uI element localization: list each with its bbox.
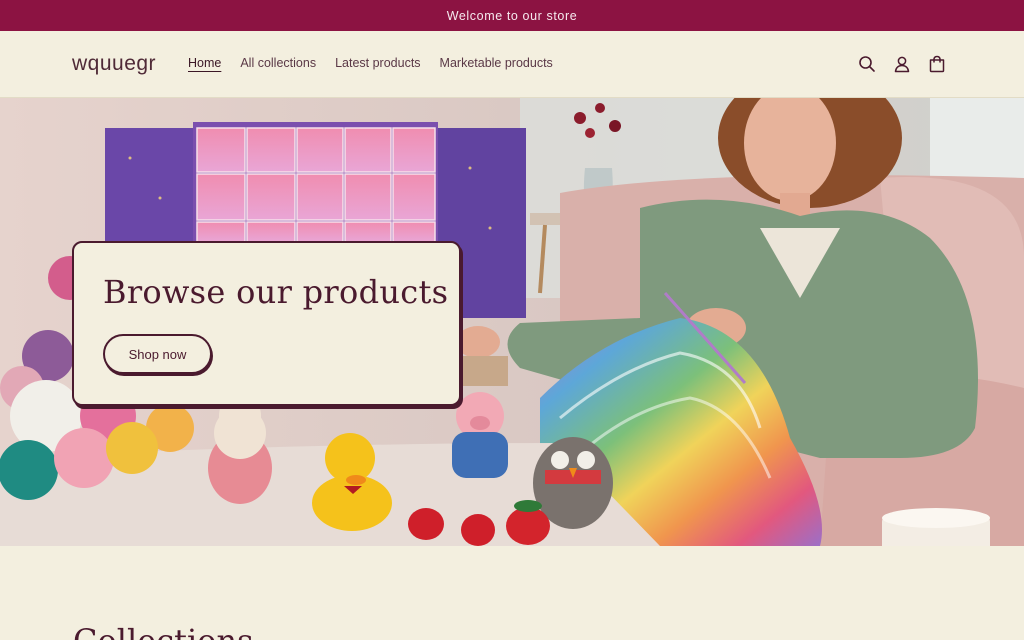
store-logo[interactable]: wquuegr bbox=[72, 52, 156, 76]
shop-now-button[interactable]: Shop now bbox=[103, 334, 212, 374]
nav-marketable-products[interactable]: Marketable products bbox=[440, 56, 553, 70]
nav-all-collections[interactable]: All collections bbox=[240, 56, 316, 70]
announcement-bar: Welcome to our store bbox=[0, 0, 1024, 31]
hero-banner: Browse our products Shop now bbox=[0, 98, 1024, 546]
account-icon[interactable] bbox=[891, 53, 913, 75]
hero-card: Browse our products Shop now bbox=[72, 241, 461, 406]
site-header: wquuegr Home All collections Latest prod… bbox=[0, 31, 1024, 98]
cart-icon[interactable] bbox=[926, 53, 948, 75]
nav-home[interactable]: Home bbox=[188, 56, 221, 70]
main-nav: Home All collections Latest products Mar… bbox=[188, 56, 572, 70]
announcement-text: Welcome to our store bbox=[446, 8, 578, 23]
nav-latest-products[interactable]: Latest products bbox=[335, 56, 420, 70]
hero-heading: Browse our products bbox=[103, 273, 449, 311]
search-icon[interactable] bbox=[856, 53, 878, 75]
collections-heading: Collections bbox=[73, 622, 253, 640]
